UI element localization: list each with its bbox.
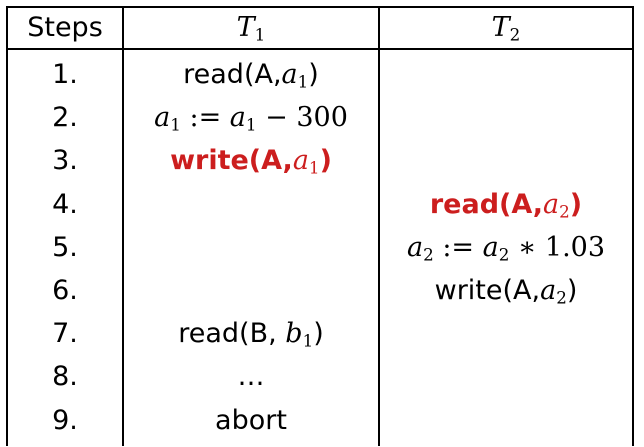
cell-text: ) [566,275,578,306]
math-variable: a [281,59,298,90]
math-subscript: 1 [308,158,320,179]
cell-text: ) [319,145,332,177]
cell-text: ) [308,59,319,90]
math-variable: a [229,102,246,134]
header-t1: T1 [124,8,378,48]
math-subscript: 1 [170,114,181,135]
step-number: 7. [52,318,78,350]
cell-text: write(A, [434,275,541,306]
t1-operation [124,185,378,225]
math-subscript: 2 [498,244,510,265]
step-number: 1. [52,59,78,90]
math-variable: a [540,275,557,306]
t1-operation [124,228,378,268]
t1-operation: … [124,357,378,397]
t1-operation: read(A,a1) [124,55,378,95]
math-subscript: 1 [302,330,314,351]
t1-operation: abort [124,401,378,441]
t2-operation [380,55,632,95]
t2-operation: read(A,a2) [380,185,632,225]
header-rule [8,48,632,50]
math-operator: := [180,102,230,134]
header-t2-subscript: 2 [509,24,521,45]
schedule-table: Steps T1 T2 1. read(A,a1) 2. a1 := a1 − 300… [6,6,634,446]
step-number: 6. [52,275,78,306]
header-t2: T2 [380,8,632,48]
math-operator: ∗ 1.03 [509,231,606,263]
cell-text: … [237,361,265,393]
t1-operation: write(A,a1) [124,141,378,181]
cell-text: read(B, [178,318,286,350]
math-subscript: 2 [423,244,434,265]
math-subscript: 1 [297,71,309,92]
step-number: 4. [52,188,78,220]
t2-operation [380,98,632,138]
math-operator: − 300 [256,102,348,134]
step-number: 5. [52,231,78,263]
cell-text: abort [215,404,287,436]
header-t2-symbol: T [491,12,510,43]
math-subscript: 1 [245,114,257,135]
t1-operation: read(B, b1) [124,314,378,354]
header-t1-symbol: T [236,12,255,43]
cell-text: ) [569,188,583,220]
math-variable: a [154,102,171,134]
t2-operation: write(A,a2) [380,271,632,311]
step-number: 2. [52,102,78,134]
math-operator: := [433,231,483,263]
math-variable: a [292,145,309,177]
math-subscript: 2 [559,201,570,222]
t1-operation: a1 := a1 − 300 [124,98,378,138]
math-subscript: 2 [556,287,567,308]
cell-text: write(A, [170,145,293,177]
header-t1-subscript: 1 [254,24,266,45]
t2-operation [380,314,632,354]
math-variable: b [285,318,303,350]
cell-text: read(A, [429,188,544,220]
t2-operation [380,357,632,397]
step-number: 3. [52,145,78,177]
t2-operation [380,401,632,441]
cell-text: ) [313,318,324,350]
t2-operation [380,141,632,181]
t2-operation: a2 := a2 ∗ 1.03 [380,228,632,268]
step-number: 8. [52,361,78,393]
cell-text: read(A, [183,59,282,90]
math-variable: a [482,231,499,263]
math-variable: a [406,231,424,263]
t1-operation [124,271,378,311]
math-variable: a [543,188,560,220]
step-number: 9. [52,404,78,436]
header-steps: Steps [27,12,103,43]
